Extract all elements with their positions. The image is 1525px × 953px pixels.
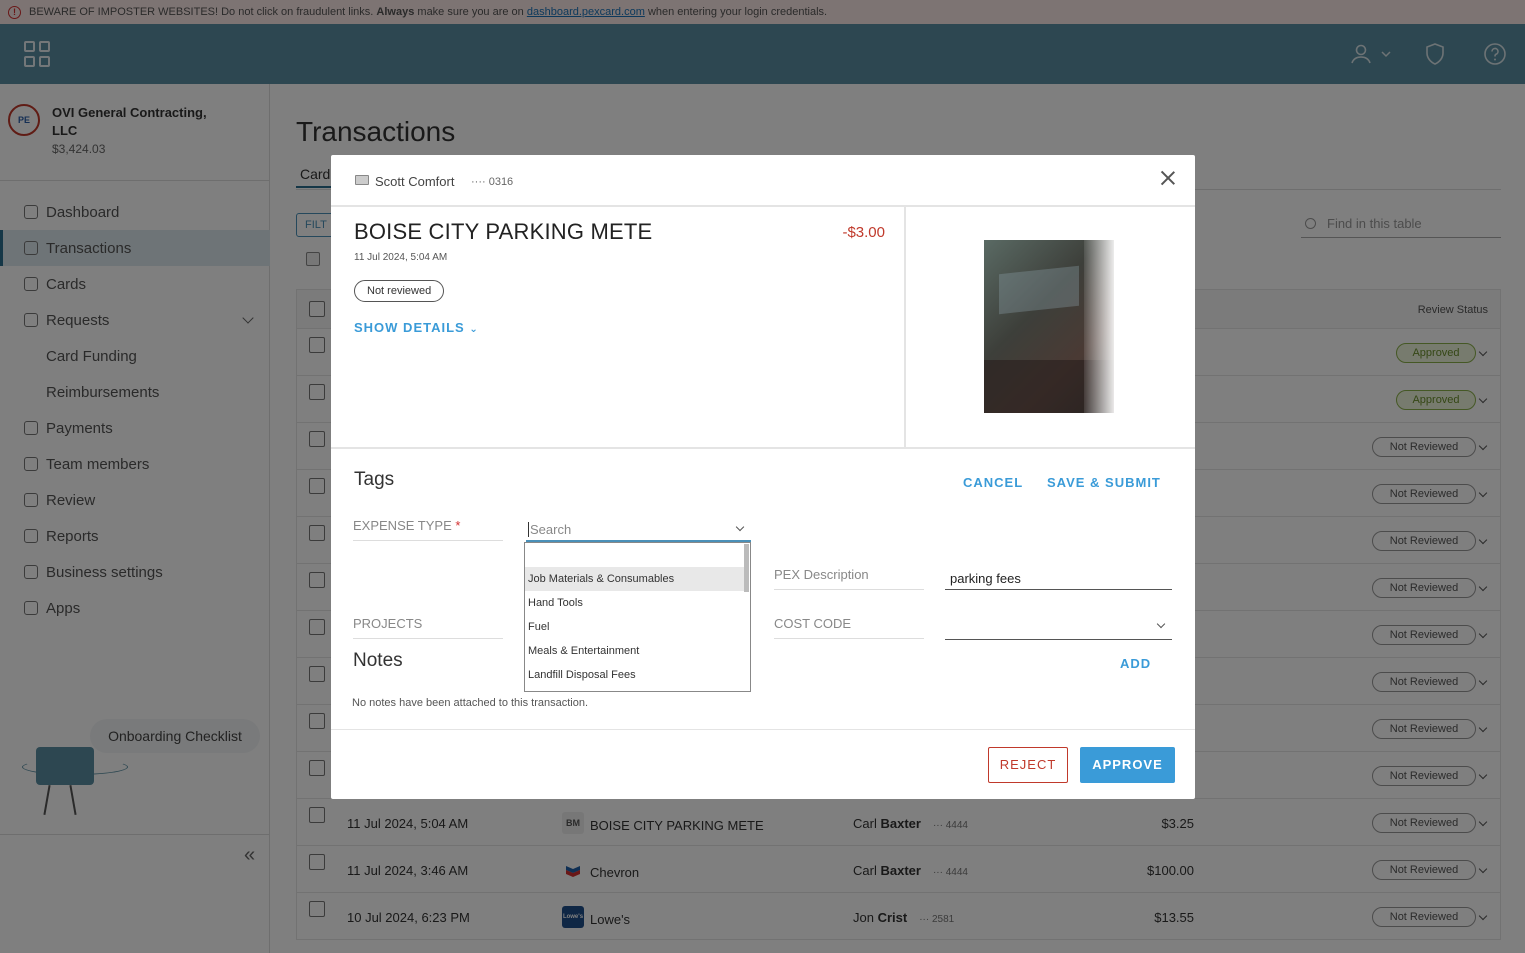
approve-button[interactable]: APPROVE (1080, 747, 1175, 783)
divider (331, 729, 1195, 730)
projects-label: PROJECTS (353, 616, 503, 639)
dropdown-option[interactable]: Job Materials & Consumables (525, 567, 745, 591)
chevron-down-icon[interactable] (735, 522, 745, 532)
scrollbar[interactable] (744, 544, 749, 592)
search-placeholder: Search (530, 522, 572, 537)
chevron-down-icon: ⌄ (469, 324, 479, 335)
review-status-pill: Not reviewed (354, 280, 445, 302)
no-notes-message: No notes have been attached to this tran… (352, 697, 589, 709)
pex-description-label: PEX Description (774, 567, 924, 590)
modal-header: Scott Comfort ···· 0316 (331, 155, 1195, 207)
add-note-button[interactable]: ADD (1120, 656, 1151, 671)
show-details-link[interactable]: SHOW DETAILS ⌄ (354, 320, 479, 335)
cardholder-name: Scott Comfort (375, 174, 455, 189)
expense-type-dropdown: Job Materials & Consumables Hand Tools F… (524, 542, 751, 692)
save-submit-button[interactable]: SAVE & SUBMIT (1047, 475, 1161, 490)
transaction-date: 11 Jul 2024, 5:04 AM (354, 252, 448, 263)
expense-type-label: EXPENSE TYPE * (353, 518, 503, 541)
merchant-title: BOISE CITY PARKING METE (354, 219, 653, 244)
transaction-detail-modal: Scott Comfort ···· 0316 BOISE CITY PARKI… (331, 155, 1195, 799)
pex-description-field[interactable]: parking fees (945, 563, 1172, 590)
reject-button[interactable]: REJECT (988, 747, 1068, 783)
tags-heading: Tags (354, 469, 395, 490)
cost-code-label: COST CODE (774, 616, 924, 639)
cost-code-select[interactable] (945, 613, 1172, 640)
dropdown-option[interactable] (525, 543, 745, 567)
cancel-button[interactable]: CANCEL (963, 475, 1023, 490)
dropdown-option[interactable]: Landfill Disposal Fees (525, 663, 745, 687)
text-cursor (528, 522, 529, 537)
transaction-amount: -$3.00 (842, 224, 885, 241)
divider (904, 207, 906, 447)
receipt-image[interactable] (984, 240, 1114, 413)
dropdown-option[interactable]: Meals & Entertainment (525, 639, 745, 663)
card-icon (355, 175, 369, 185)
card-last4: ···· 0316 (471, 176, 514, 188)
notes-heading: Notes (353, 650, 403, 671)
transaction-summary: BOISE CITY PARKING METE -$3.00 11 Jul 20… (331, 207, 1195, 449)
close-icon[interactable] (1159, 169, 1177, 187)
chevron-down-icon (1156, 619, 1166, 629)
expense-type-search-input[interactable]: Search (526, 518, 751, 542)
dropdown-option[interactable]: Fuel (525, 615, 745, 639)
dropdown-option[interactable]: Hand Tools (525, 591, 745, 615)
